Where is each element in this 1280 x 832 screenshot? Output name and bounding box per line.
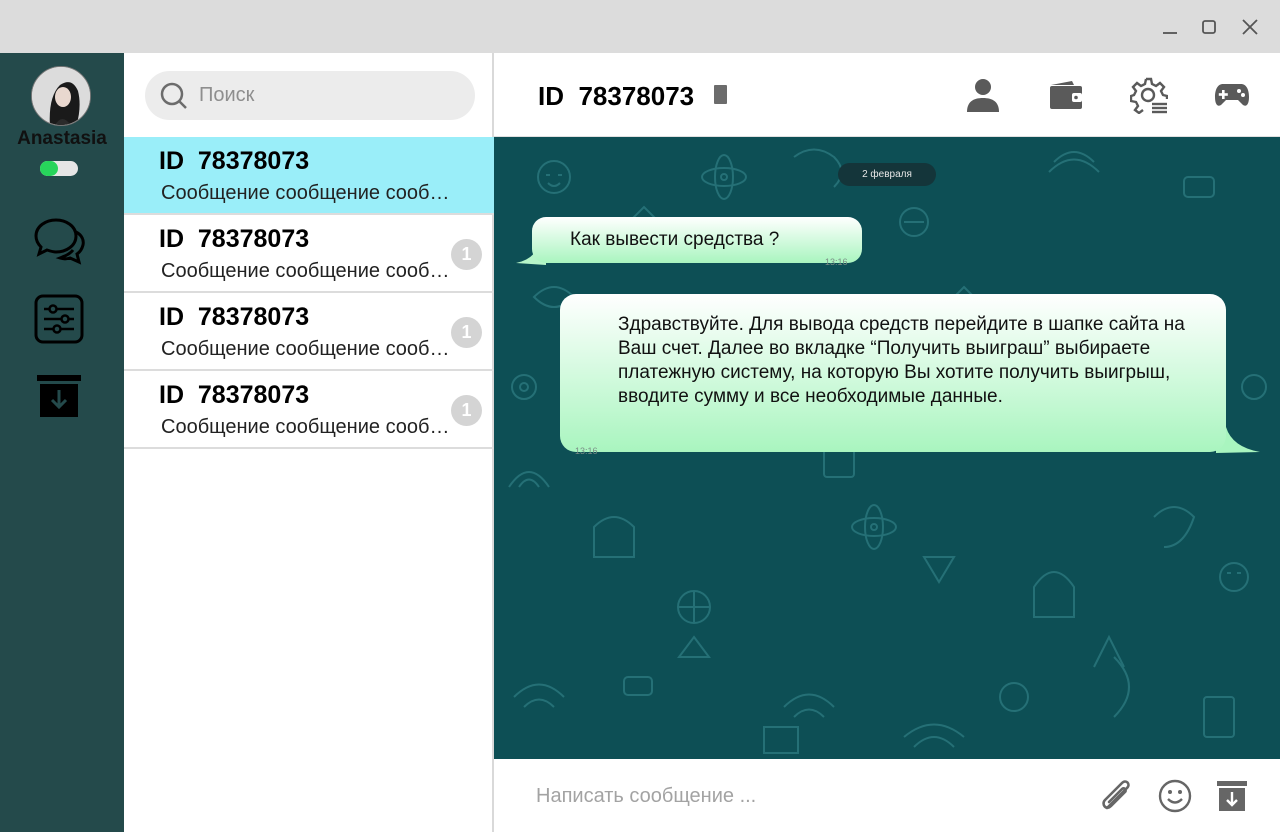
archive-download-icon[interactable] xyxy=(1213,777,1251,815)
left-rail: Anastasia xyxy=(0,53,124,832)
date-separator: 2 февраля xyxy=(838,163,936,186)
chat-id: ID 78378073 xyxy=(159,303,310,331)
message-text: Как вывести средства ? xyxy=(570,229,780,250)
message-bubble-outgoing[interactable]: Здравствуйте. Для вывода средств перейди… xyxy=(560,294,1226,456)
search-icon xyxy=(160,82,187,109)
avatar[interactable] xyxy=(31,66,91,126)
chats-icon[interactable] xyxy=(30,213,88,271)
message-time: 13:16 xyxy=(825,257,848,267)
user-icon[interactable] xyxy=(963,75,1003,115)
status-toggle[interactable] xyxy=(40,161,78,176)
unread-badge: 1 xyxy=(451,395,482,426)
chat-preview: Сообщение сообщение сообщение xyxy=(161,182,461,204)
chat-id: ID 78378073 xyxy=(159,381,310,409)
settings-sliders-icon[interactable] xyxy=(30,290,88,348)
message-input[interactable] xyxy=(536,777,1056,815)
chat-id: ID 78378073 xyxy=(159,147,310,175)
chat-header: ID 78378073 xyxy=(494,53,1280,137)
chat-list-item[interactable]: ID 78378073 Сообщение сообщение сообщени… xyxy=(124,215,494,293)
close-icon[interactable] xyxy=(1237,14,1263,40)
chat-id: ID 78378073 xyxy=(159,225,310,253)
wallet-icon[interactable] xyxy=(1046,75,1086,115)
message-bubble-incoming[interactable]: Как вывести средства ? 13:16 xyxy=(532,217,862,267)
chat-preview: Сообщение сообщение сообщение xyxy=(161,416,461,438)
username: Anastasia xyxy=(17,128,107,149)
chat-preview: Сообщение сообщение сообщение xyxy=(161,260,461,282)
minimize-icon[interactable] xyxy=(1157,14,1183,40)
unread-badge: 1 xyxy=(451,317,482,348)
unread-badge: 1 xyxy=(451,239,482,270)
title-bar xyxy=(0,0,1280,53)
chat-preview: Сообщение сообщение сообщение xyxy=(161,338,461,360)
paperclip-icon[interactable] xyxy=(1098,777,1136,815)
copy-id-icon[interactable] xyxy=(714,85,727,104)
search-input[interactable] xyxy=(199,71,459,120)
message-text: Здравствуйте. Для вывода средств перейди… xyxy=(618,314,1185,407)
maximize-icon[interactable] xyxy=(1196,14,1222,40)
gamepad-icon[interactable] xyxy=(1212,75,1252,115)
chat-list-panel: ID 78378073 Сообщение сообщение сообщени… xyxy=(124,53,494,832)
chat-area[interactable]: 2 февраля Как вывести средства ? 13:16 З… xyxy=(494,137,1280,759)
message-time: 13:16 xyxy=(575,446,598,456)
search-bar xyxy=(145,71,475,120)
archive-icon[interactable] xyxy=(30,367,88,425)
settings-gear-icon[interactable] xyxy=(1129,75,1169,115)
chat-list-item[interactable]: ID 78378073 Сообщение сообщение сообщени… xyxy=(124,137,494,215)
status-toggle-knob xyxy=(40,161,58,176)
chat-list-item[interactable]: ID 78378073 Сообщение сообщение сообщени… xyxy=(124,293,494,371)
emoji-icon[interactable] xyxy=(1156,777,1194,815)
chat-title: ID 78378073 xyxy=(538,81,695,111)
chat-list-item[interactable]: ID 78378073 Сообщение сообщение сообщени… xyxy=(124,371,494,449)
message-composer xyxy=(494,759,1280,832)
